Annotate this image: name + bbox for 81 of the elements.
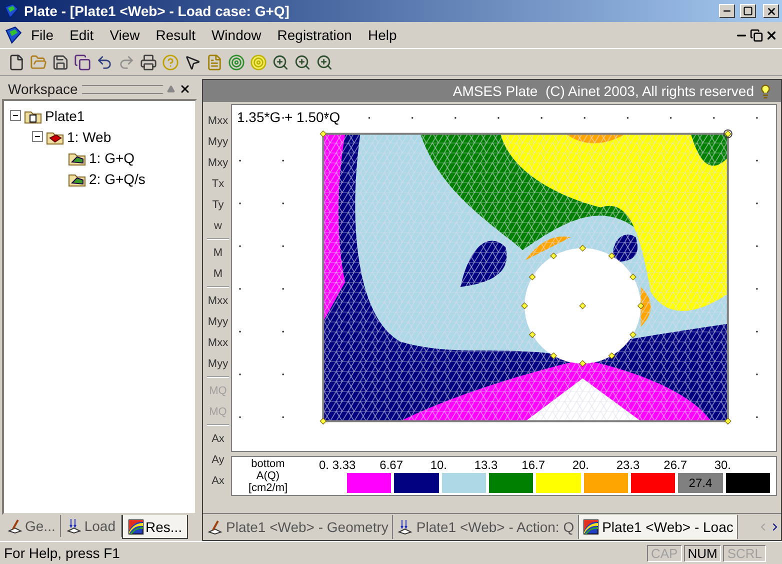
status-text: For Help, press F1: [4, 545, 121, 561]
copy-icon[interactable]: [74, 54, 91, 70]
document-tab[interactable]: Plate1 <Web> - Loac: [579, 515, 738, 539]
minimize-button[interactable]: [719, 4, 735, 18]
undo-icon[interactable]: [96, 54, 113, 70]
rainbow-icon: [128, 518, 144, 534]
menu-item[interactable]: Result: [148, 25, 202, 45]
copyright-text: AMSES Plate (C) Ainet 2003, All rights reserved: [452, 83, 754, 99]
legend-value: 20.: [572, 458, 589, 472]
maximize-icon: [743, 6, 753, 16]
collapse-toggle-icon[interactable]: [10, 110, 21, 121]
diagram-tool[interactable]: M: [206, 242, 230, 263]
tree-item[interactable]: 1: Web: [67, 128, 112, 144]
maximize-button[interactable]: [740, 4, 756, 18]
pen-icon: [7, 518, 23, 534]
panel-tab[interactable]: Ge...: [2, 515, 62, 537]
legend-title: [cm2/m]: [248, 482, 288, 494]
tree-item[interactable]: 2: G+Q/s: [89, 170, 146, 186]
app-logo-icon: [3, 3, 19, 19]
diagram-tool[interactable]: Tx: [206, 173, 230, 194]
legend-value: 6.67: [380, 458, 403, 472]
arrows-down-icon: [66, 518, 82, 534]
legend-title: A(Q): [256, 470, 280, 482]
app-logo-icon: [4, 26, 22, 44]
legend-value: 13.3: [474, 458, 498, 472]
diagram-tool[interactable]: Mxx: [206, 332, 230, 353]
diagram-tool[interactable]: Ay: [206, 449, 230, 470]
diagram-tool[interactable]: Myy: [206, 353, 230, 374]
diagram-tool[interactable]: Mxx: [206, 290, 230, 311]
menu-item[interactable]: Edit: [62, 25, 101, 45]
rainbow-icon: [583, 519, 600, 535]
new-file-icon[interactable]: [8, 54, 25, 70]
menu-item[interactable]: Window: [204, 25, 268, 45]
legend-value: 30.: [714, 458, 731, 472]
diagram-tool[interactable]: Mxy: [206, 152, 230, 173]
legend-value: 3.33: [332, 458, 356, 472]
target-icon[interactable]: [228, 54, 245, 70]
tree-item[interactable]: Plate1: [45, 108, 85, 124]
key-indicator: NUM: [684, 544, 722, 562]
zoom-icon[interactable]: [272, 54, 289, 70]
close-button[interactable]: [763, 4, 779, 18]
diagram-tool[interactable]: Ax: [206, 428, 230, 449]
legend-value: 26.7: [664, 458, 687, 472]
menu-item[interactable]: View: [102, 25, 147, 45]
close-icon: [766, 6, 776, 16]
restore-icon[interactable]: [750, 28, 763, 42]
legend-max-value: 27.4: [688, 476, 712, 490]
legend-value: 16.7: [522, 458, 545, 472]
print-icon[interactable]: [140, 54, 157, 70]
close-icon[interactable]: [765, 28, 778, 42]
diagram-tool[interactable]: Myy: [206, 131, 230, 152]
load-combination-label: 1.35*G + 1.50*Q: [237, 109, 340, 125]
support-marker: [723, 129, 732, 138]
diagram-tool[interactable]: M: [206, 263, 230, 284]
legend-value: 0.: [319, 458, 329, 472]
diagram-tool[interactable]: Ty: [206, 194, 230, 215]
diagram-tool[interactable]: Myy: [206, 311, 230, 332]
legend-value: 23.3: [616, 458, 640, 472]
window-title: Plate - [Plate1 <Web> - Load case: G+Q]: [24, 3, 290, 19]
save-icon[interactable]: [52, 54, 69, 70]
diagram-tool[interactable]: Mxx: [206, 110, 230, 131]
collapse-toggle-icon[interactable]: [32, 131, 43, 142]
zoom-icon[interactable]: [294, 54, 311, 70]
lightbulb-icon: [758, 84, 773, 98]
menu-item[interactable]: Registration: [270, 25, 359, 45]
menu-item[interactable]: File: [24, 25, 61, 45]
panel-title: Workspace: [8, 81, 78, 97]
diagram-tool[interactable]: w: [206, 215, 230, 236]
legend-value: 10.: [430, 458, 447, 472]
panel-tab[interactable]: Res...: [122, 515, 188, 539]
close-icon[interactable]: [179, 83, 191, 95]
drag-grip[interactable]: [82, 84, 163, 94]
legend-title: bottom: [251, 458, 285, 470]
document-tab[interactable]: Plate1 <Web> - Geometry: [203, 515, 394, 539]
arrows-down-icon: [397, 519, 414, 535]
tree-item[interactable]: 1: G+Q: [89, 150, 135, 166]
menu-item[interactable]: Help: [360, 25, 404, 45]
diagram-tool[interactable]: Ax: [206, 470, 230, 491]
zoom-icon[interactable]: [316, 54, 333, 70]
context-help-icon[interactable]: [184, 54, 201, 70]
pen-icon: [207, 519, 223, 535]
